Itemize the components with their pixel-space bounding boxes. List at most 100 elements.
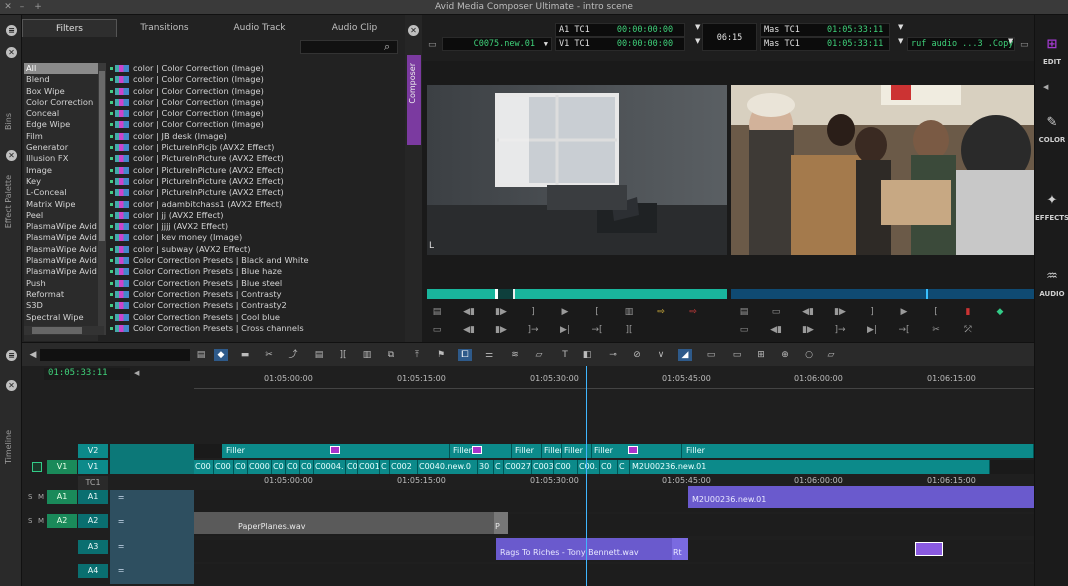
effect-item[interactable]: color | JB desk (Image) xyxy=(110,131,395,142)
mark-in-icon[interactable]: [ xyxy=(590,306,604,318)
trim-icon[interactable]: ][ xyxy=(336,349,350,361)
video-monitor-toggle[interactable] xyxy=(32,462,42,472)
timeline-clip[interactable]: C00 xyxy=(194,460,214,474)
track-a3-header[interactable]: A3 xyxy=(78,540,108,554)
step-forward-icon[interactable]: ▮▶ xyxy=(833,306,847,318)
category-item[interactable]: S3D xyxy=(24,300,98,311)
timeline-clip[interactable]: C0 xyxy=(272,460,286,474)
audio-mixer-icon[interactable]: ⚌ xyxy=(482,349,496,361)
tab-audio-clip[interactable]: Audio Clip xyxy=(307,19,402,37)
source-track-v1[interactable]: V1 xyxy=(47,460,77,474)
effect-item[interactable]: color | adambitchass1 (AVX2 Effect) xyxy=(110,199,395,210)
category-horizontal-scrollbar[interactable] xyxy=(24,326,104,335)
timeline-playhead[interactable] xyxy=(586,366,587,586)
step-back-icon[interactable]: ◀▮ xyxy=(462,306,476,318)
category-item[interactable]: Illusion FX xyxy=(24,153,98,164)
waveform-toggle-icon[interactable]: ⚌ xyxy=(118,566,124,574)
sync-lock-icon[interactable]: ⧠ xyxy=(458,349,472,361)
add-edit-icon[interactable]: ▥ xyxy=(360,349,374,361)
timecode-menu-icon[interactable]: ◀ xyxy=(134,369,139,377)
category-item[interactable]: Color Correction xyxy=(24,97,98,108)
mark-out-icon[interactable]: ] xyxy=(526,306,540,318)
no-entry-icon[interactable]: ⊘ xyxy=(630,349,644,361)
record-sequence-selector[interactable]: ruf audio ...3 .Copy.02 xyxy=(907,37,1015,51)
message-icon[interactable]: ▱ xyxy=(824,349,838,361)
effect-item[interactable]: Color Correction Presets | Contrasty xyxy=(110,289,395,300)
timeline-clip[interactable]: C0004. xyxy=(314,460,346,474)
waveform-icon[interactable]: ≋ xyxy=(508,349,522,361)
track-tc1-header[interactable]: TC1 xyxy=(78,476,108,490)
cut-icon[interactable]: ✂ xyxy=(929,324,943,336)
source-monitor[interactable] xyxy=(427,85,727,255)
mark-clip-icon[interactable]: ▥ xyxy=(622,306,636,318)
category-item[interactable]: Peel xyxy=(24,210,98,221)
timeline-clip[interactable]: P xyxy=(494,512,508,534)
step-back-icon[interactable]: ◀▮ xyxy=(801,306,815,318)
cut-icon[interactable]: ✂ xyxy=(262,349,276,361)
overwrite-mode-icon[interactable]: ∨ xyxy=(654,349,668,361)
effect-item[interactable]: color | Color Correction (Image) xyxy=(110,119,395,130)
effect-item[interactable]: Color Correction Presets | Cool blue xyxy=(110,312,395,323)
category-item[interactable]: L-Conceal xyxy=(24,187,98,198)
effect-item[interactable]: color | PictureInPicture (AVX2 Effect) xyxy=(110,165,395,176)
record-position-bar[interactable] xyxy=(731,289,1034,299)
effect-icon[interactable] xyxy=(330,446,340,454)
render-icon[interactable]: ⊸ xyxy=(606,349,620,361)
workspace-effects[interactable]: ✦ EFFECTS xyxy=(1035,193,1068,222)
category-item[interactable]: Key xyxy=(24,176,98,187)
play-icon[interactable]: ▶ xyxy=(558,306,572,318)
clear-marks-icon[interactable]: ][ xyxy=(622,324,636,336)
timeline-ruler[interactable]: 01:05:00:00 01:05:15:00 01:05:30:00 01:0… xyxy=(194,374,1034,386)
source-track-a1[interactable]: A1 xyxy=(47,490,77,504)
timeline-timecode-display[interactable]: 01:05:33:11 xyxy=(44,368,130,380)
match-frame-icon[interactable]: ⧉ xyxy=(384,349,398,361)
category-item[interactable]: PlasmaWipe Avid xyxy=(24,244,98,255)
timeline-clip[interactable]: Filler xyxy=(512,444,542,458)
collapse-arrow-icon[interactable]: ◀ xyxy=(1043,83,1048,91)
category-item[interactable]: Spectral Wipe xyxy=(24,312,98,323)
lift-icon[interactable]: ⤴ xyxy=(286,349,300,361)
timeline-clip[interactable]: C0 xyxy=(346,460,358,474)
mark-out-icon[interactable]: ] xyxy=(865,306,879,318)
effect-item[interactable]: color | subway (AVX2 Effect) xyxy=(110,244,395,255)
source-menu-icon[interactable]: ▭ xyxy=(428,40,437,50)
timeline-clip[interactable]: C0040.new.0 xyxy=(418,460,478,474)
top-icon[interactable]: ⤒ xyxy=(410,349,424,361)
workspace-color[interactable]: ✎ COLOR xyxy=(1035,115,1068,144)
segment-mode-red-icon[interactable]: ▬ xyxy=(238,349,252,361)
play-reverse-icon[interactable]: ◀▮ xyxy=(769,324,783,336)
waveform-toggle-icon[interactable]: ⚌ xyxy=(118,493,124,501)
timeline-clip[interactable]: Rt xyxy=(672,538,688,560)
timeline-clip[interactable]: Filler xyxy=(542,444,562,458)
effect-item[interactable]: color | jj (AVX2 Effect) xyxy=(110,210,395,221)
track-v2-header[interactable]: V2 xyxy=(78,444,108,458)
category-item[interactable]: PlasmaWipe Avid xyxy=(24,221,98,232)
source-position-bar[interactable] xyxy=(427,289,727,299)
lift-icon[interactable]: ▭ xyxy=(769,306,783,318)
tab-filters[interactable]: Filters xyxy=(22,19,117,37)
category-item[interactable]: All xyxy=(24,63,98,75)
tab-transitions[interactable]: Transitions xyxy=(117,19,212,37)
category-item[interactable]: Image xyxy=(24,165,98,176)
timeline-clip[interactable]: C0 xyxy=(286,460,300,474)
workspace-edit[interactable]: ⊞ EDIT xyxy=(1035,37,1068,66)
chevron-down-icon[interactable]: ▼ xyxy=(695,37,700,45)
chevron-down-icon[interactable]: ▼ xyxy=(1008,37,1013,45)
timeline-clip[interactable]: C0 xyxy=(300,460,314,474)
mute-button[interactable]: M xyxy=(38,493,44,501)
splice-in-icon[interactable]: ⇨ xyxy=(654,306,668,318)
source-options-icon[interactable]: ▭ xyxy=(430,324,444,336)
category-item[interactable]: Box Wipe xyxy=(24,86,98,97)
timeline-clip[interactable]: C00 xyxy=(554,460,578,474)
play-icon[interactable]: ▶ xyxy=(897,306,911,318)
record-circle-icon[interactable]: ○ xyxy=(802,349,816,361)
timeline-rail-tab[interactable]: Timeline xyxy=(4,430,13,464)
go-to-in-icon[interactable]: →[ xyxy=(897,324,911,336)
mute-button[interactable]: M xyxy=(38,517,44,525)
timeline-clip[interactable]: C001 xyxy=(358,460,380,474)
record-menu-icon[interactable]: ▭ xyxy=(1020,40,1029,50)
video-quality-icon[interactable]: ◆ xyxy=(214,349,228,361)
effect-item[interactable]: color | kev money (Image) xyxy=(110,232,395,243)
extract-icon[interactable]: ⤱ xyxy=(961,324,975,336)
search-icon[interactable]: ⌕ xyxy=(384,40,390,54)
